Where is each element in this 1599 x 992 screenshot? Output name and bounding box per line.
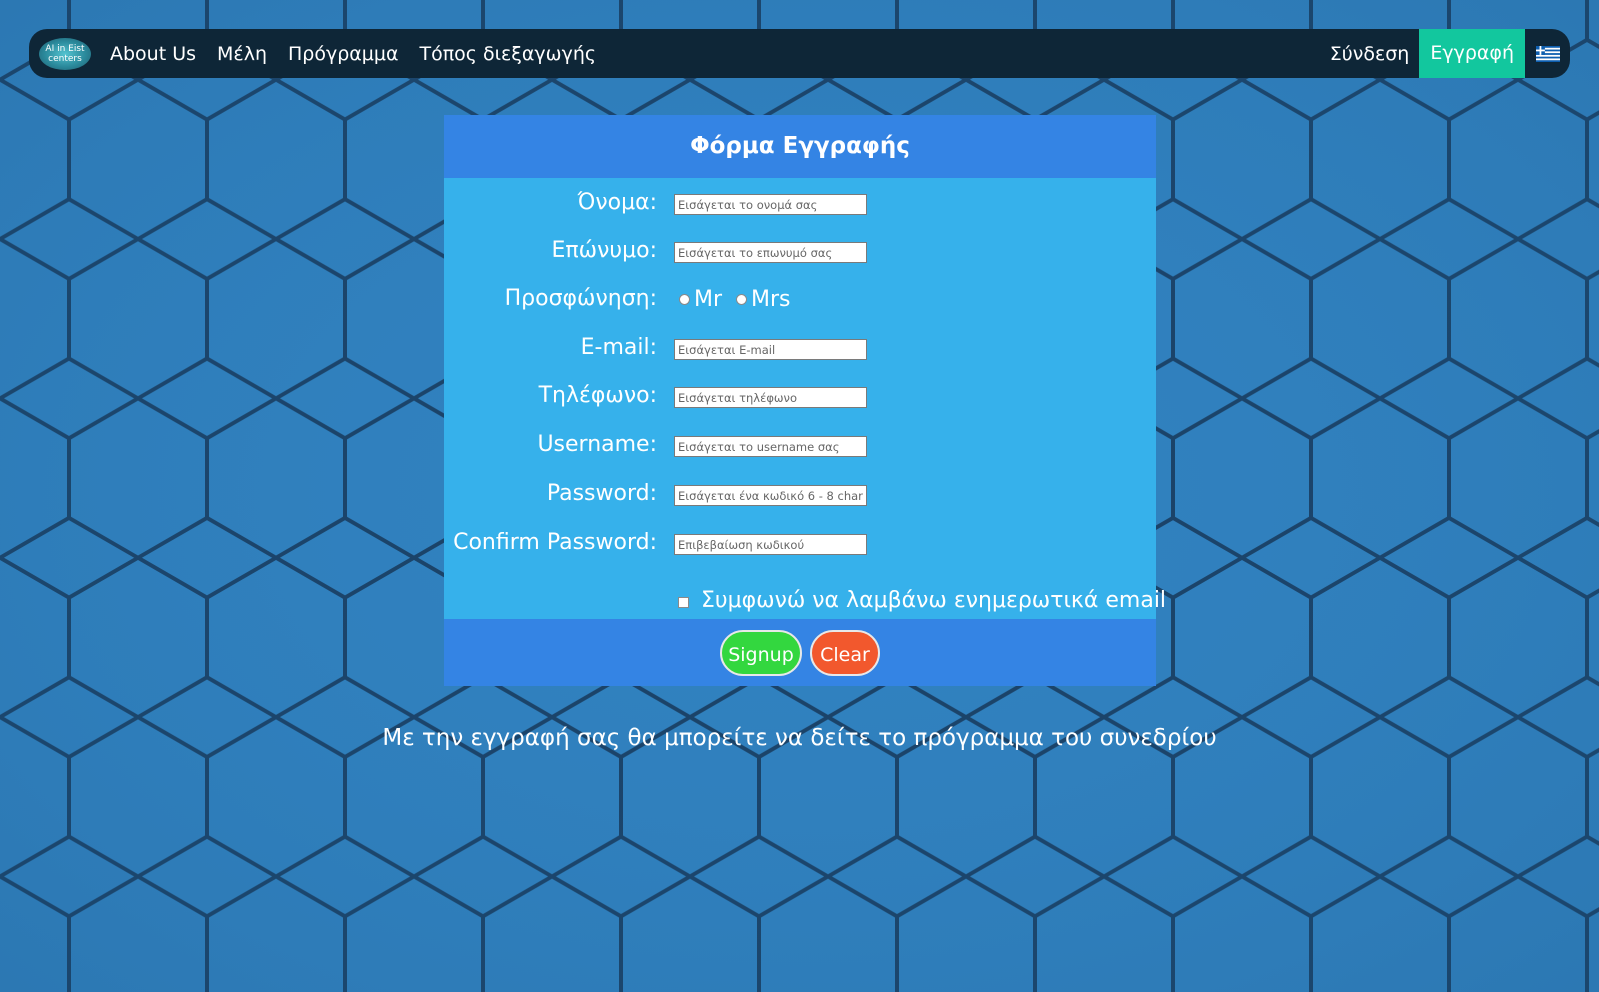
password-row: Password: bbox=[444, 479, 1156, 509]
form-actions: Signup Clear bbox=[444, 619, 1156, 686]
email-input[interactable] bbox=[674, 339, 867, 360]
nav-link-program[interactable]: Πρόγραμμα bbox=[288, 43, 399, 65]
radio-mr[interactable] bbox=[679, 293, 690, 305]
nav-link-members[interactable]: Μέλη bbox=[217, 43, 267, 65]
password-label: Password: bbox=[546, 481, 657, 506]
confirm-password-input[interactable] bbox=[674, 534, 867, 555]
radio-mrs[interactable] bbox=[736, 293, 748, 305]
logo-line-2: centers bbox=[48, 53, 82, 64]
registration-notice: Με την εγγραφή σας θα μπορείτε να δείτε … bbox=[382, 725, 1217, 751]
first-name-label: Όνομα: bbox=[577, 190, 657, 215]
first-name-row: Όνομα: bbox=[444, 188, 1156, 218]
salutation-radio-group: Mr Mrs bbox=[679, 284, 805, 314]
clear-button[interactable]: Clear bbox=[810, 629, 880, 676]
last-name-input[interactable] bbox=[674, 242, 867, 263]
newsletter-consent: Συμφωνώ να λαμβάνω ενημερωτικά email bbox=[678, 588, 1166, 613]
phone-input[interactable] bbox=[674, 387, 867, 408]
salutation-option-mrs[interactable]: Mrs bbox=[736, 287, 791, 312]
top-navbar: AI in Eist centers About Us Μέλη Πρόγραμ… bbox=[29, 29, 1570, 78]
username-row: Username: bbox=[444, 430, 1156, 460]
confirm-password-label: Confirm Password: bbox=[453, 530, 657, 555]
last-name-row: Επώνυμο: bbox=[444, 236, 1156, 266]
phone-label: Τηλέφωνο: bbox=[538, 383, 657, 408]
first-name-input[interactable] bbox=[674, 194, 867, 215]
salutation-option-mr[interactable]: Mr bbox=[679, 287, 722, 312]
email-row: E-mail: bbox=[444, 333, 1156, 363]
logo-line-1: AI in Eist bbox=[45, 43, 85, 54]
radio-mr-label: Mr bbox=[694, 286, 723, 312]
salutation-row: Προσφώνηση: Mr Mrs bbox=[444, 284, 1156, 314]
nav-links: About Us Μέλη Πρόγραμμα Τόπος διεξαγωγής bbox=[110, 43, 617, 65]
confirm-password-row: Confirm Password: bbox=[444, 528, 1156, 558]
registration-form: Φόρμα Εγγραφής Όνομα: Επώνυμο: Προσφώνησ… bbox=[444, 115, 1166, 686]
form-title: Φόρμα Εγγραφής bbox=[444, 115, 1156, 178]
phone-row: Τηλέφωνο: bbox=[444, 381, 1156, 411]
nav-account-links: Σύνδεση Εγγραφή bbox=[1330, 29, 1570, 78]
nav-link-venue[interactable]: Τόπος διεξαγωγής bbox=[420, 43, 597, 65]
newsletter-label: Συμφωνώ να λαμβάνω ενημερωτικά email bbox=[701, 588, 1167, 613]
last-name-label: Επώνυμο: bbox=[551, 238, 657, 263]
site-logo[interactable]: AI in Eist centers bbox=[39, 37, 91, 70]
greek-flag-icon[interactable] bbox=[1536, 45, 1560, 63]
newsletter-checkbox[interactable] bbox=[678, 597, 689, 608]
nav-login-link[interactable]: Σύνδεση bbox=[1330, 43, 1410, 65]
signup-button[interactable]: Signup bbox=[720, 629, 802, 676]
salutation-label: Προσφώνηση: bbox=[504, 286, 657, 311]
username-input[interactable] bbox=[674, 436, 867, 457]
form-body: Όνομα: Επώνυμο: Προσφώνηση: Mr Mrs E-mai… bbox=[444, 178, 1166, 619]
nav-link-about-us[interactable]: About Us bbox=[110, 43, 196, 65]
username-label: Username: bbox=[537, 432, 657, 457]
email-label: E-mail: bbox=[580, 335, 657, 360]
radio-mrs-label: Mrs bbox=[751, 286, 791, 312]
nav-register-link[interactable]: Εγγραφή bbox=[1419, 29, 1525, 78]
password-input[interactable] bbox=[674, 485, 867, 506]
